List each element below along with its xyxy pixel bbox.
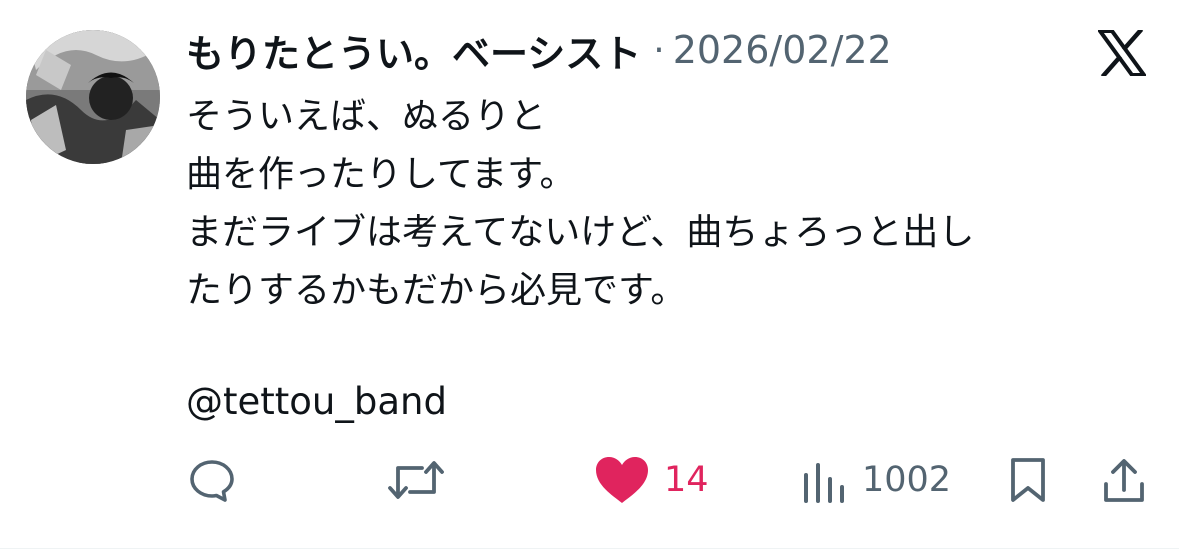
views-count: 1002 [862,460,952,500]
repost-button[interactable] [388,450,444,510]
views-button[interactable]: 1002 [802,450,951,510]
tweet-text-line: まだライブは考えてないけど、曲ちょろっと出し [186,212,975,253]
share-icon [1104,459,1144,502]
share-button[interactable] [1102,450,1146,510]
reply-button[interactable] [188,450,236,510]
tweet-text: そういえば、ぬるりと 曲を作ったりしてます。 まだライブは考えてないけど、曲ちょ… [186,88,1161,320]
bookmark-icon [1011,458,1045,502]
like-count: 14 [664,460,709,500]
repost-arrows-icon [388,461,444,499]
mention-link[interactable]: @tettou_band [186,373,447,431]
heart-icon [596,457,648,503]
divider [0,548,1179,549]
bookmark-button[interactable] [1008,450,1048,510]
post-date[interactable]: 2026/02/22 [673,28,892,72]
tweet-text-line: そういえば、ぬるりと [186,96,547,137]
x-logo-icon[interactable] [1096,27,1148,79]
reply-bubble-icon [190,460,234,502]
avatar-photo-icon [26,30,160,164]
tweet-text-line: 曲を作ったりしてます。 [186,154,576,195]
action-bar: 14 1002 [0,450,1179,510]
avatar[interactable] [26,30,160,164]
bar-chart-icon [804,463,844,503]
display-name[interactable]: もりたとうい。ベーシスト [186,23,641,78]
tweet-header: もりたとうい。ベーシスト · 2026/02/22 [186,22,892,78]
separator-dot: · [653,29,665,71]
tweet-text-line: たりするかもだから必見です。 [186,270,687,311]
like-button[interactable]: 14 [594,450,709,510]
